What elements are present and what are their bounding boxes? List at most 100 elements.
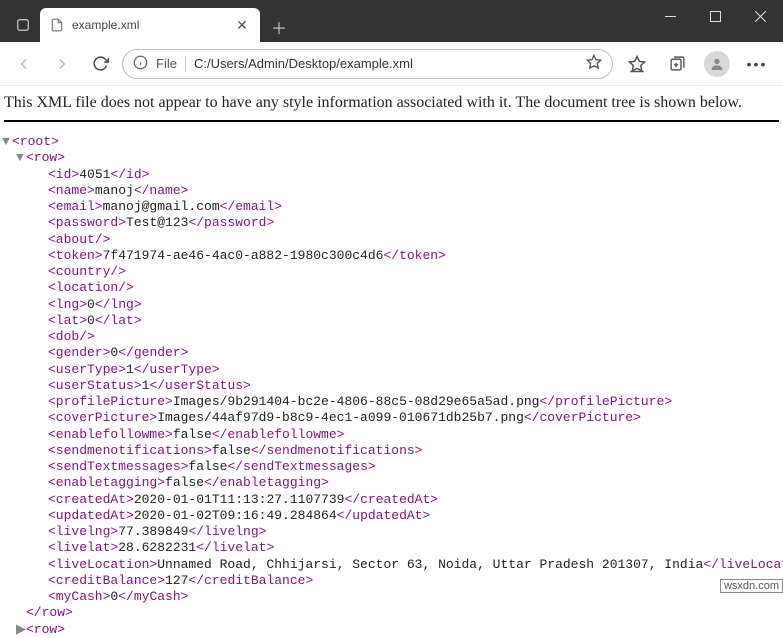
favorites-button[interactable] [619,48,655,80]
xml-tag: <token> [48,248,103,263]
minimize-button[interactable] [648,0,693,32]
xml-tag: </sendTextmessages> [227,459,375,474]
page-content: This XML file does not appear to have an… [0,86,783,638]
xml-element: <enablefollowme>false</enablefollowme> [4,427,779,443]
xml-tag: </gender> [118,345,188,360]
address-separator [185,56,186,72]
xml-tree: ▼<root> ▼<row> <id>4051</id><name>manoj<… [4,134,779,638]
url-scheme-label: File [156,56,177,71]
xml-tag: <livelat> [48,540,118,555]
xml-tag: <livelng> [48,524,118,539]
xml-element: <enabletagging>false</enabletagging> [4,475,779,491]
xml-tag: </userType> [134,362,220,377]
xml-value: 127 [165,573,188,588]
xml-element: <sendTextmessages>false</sendTextmessage… [4,459,779,475]
menu-button[interactable]: ••• [739,48,775,80]
xml-element: <userType>1</userType> [4,362,779,378]
forward-button[interactable] [46,48,78,80]
xml-element: <liveLocation>Unnamed Road, Chhijarsi, S… [4,557,779,573]
xml-tag: <coverPicture> [48,410,157,425]
xml-tag: </enablefollowme> [212,427,345,442]
expand-caret[interactable]: ▼ [16,150,26,166]
xml-value: Test@123 [126,215,188,230]
xml-tag: </name> [134,183,189,198]
browser-tab[interactable]: example.xml ✕ [40,8,260,42]
xml-tag: <enabletagging> [48,475,165,490]
xml-tag: </myCash> [118,589,188,604]
maximize-button[interactable] [693,0,738,32]
xml-value: 7f471974-ae46-4ac0-a882-1980c300c4d6 [103,248,384,263]
xml-tag: </email> [220,199,282,214]
xml-value: 2020-01-01T11:13:27.1107739 [134,492,345,507]
xml-element: <livelat>28.6282231</livelat> [4,540,779,556]
xml-value: false [212,443,251,458]
file-icon [50,18,64,32]
xml-element: <password>Test@123</password> [4,215,779,231]
xml-value: 1 [126,362,134,377]
xml-value: 2020-01-02T09:16:49.284864 [134,508,337,523]
xml-tag: <profilePicture> [48,394,173,409]
xml-tag: <lat> [48,313,87,328]
xml-tag: <about/> [48,232,110,247]
xml-tag: <userType> [48,362,126,377]
xml-tag: </row> [26,605,73,620]
xml-value: Images/9b291404-bc2e-4806-88c5-08d29e65a… [173,394,540,409]
xml-tag: <liveLocation> [48,557,157,572]
xml-tag: <creditBalance> [48,573,165,588]
xml-element: <lng>0</lng> [4,297,779,313]
xml-element: <livelng>77.389849</livelng> [4,524,779,540]
expand-caret[interactable]: ▼ [2,134,12,150]
xml-element: <about/> [4,232,779,248]
reload-button[interactable] [84,48,116,80]
xml-element: <creditBalance>127</creditBalance> [4,573,779,589]
url-path: C:/Users/Admin/Desktop/example.xml [194,56,578,71]
xml-tag: <sendTextmessages> [48,459,188,474]
xml-tag: <row> [26,622,65,637]
window-titlebar: example.xml ✕ ＋ [0,0,783,42]
xml-element: <gender>0</gender> [4,345,779,361]
xml-element: <myCash>0</myCash> [4,589,779,605]
notice-divider [4,120,779,122]
xml-tag: <dob/> [48,329,95,344]
tab-actions-button[interactable] [6,8,40,42]
xml-element: <token>7f471974-ae46-4ac0-a882-1980c300c… [4,248,779,264]
window-controls [648,0,783,42]
xml-value: 0 [87,313,95,328]
xml-value: 4051 [79,167,110,182]
xml-tag: <createdAt> [48,492,134,507]
xml-tag: <updatedAt> [48,508,134,523]
xml-value: manoj [95,183,134,198]
tab-strip: example.xml ✕ ＋ [0,0,294,42]
favorite-button[interactable] [586,54,602,73]
site-info-icon[interactable] [133,55,148,73]
xml-element: <id>4051</id> [4,167,779,183]
xml-tag: <country/> [48,264,126,279]
xml-tag: </token> [383,248,445,263]
xml-element: <dob/> [4,329,779,345]
xml-tag: </password> [188,215,274,230]
close-window-button[interactable] [738,0,783,32]
xml-element: <name>manoj</name> [4,183,779,199]
expand-caret[interactable]: ▶ [16,622,26,638]
xml-element: <sendmenotifications>false</sendmenotifi… [4,443,779,459]
xml-tag: <sendmenotifications> [48,443,212,458]
new-tab-button[interactable]: ＋ [264,12,294,42]
xml-tag: </liveLocation> [703,557,783,572]
xml-tag: </id> [110,167,149,182]
xml-tag: </profilePicture> [540,394,673,409]
address-bar[interactable]: File C:/Users/Admin/Desktop/example.xml [122,49,613,79]
xml-value: false [173,427,212,442]
xml-tag: </livelng> [188,524,266,539]
xml-element: <email>manoj@gmail.com</email> [4,199,779,215]
xml-tag: </lat> [95,313,142,328]
xml-element: <coverPicture>Images/44af97d9-b8c9-4ec1-… [4,410,779,426]
profile-button[interactable] [699,48,735,80]
tab-close-button[interactable]: ✕ [234,17,250,34]
xml-element: <location/> [4,280,779,296]
browser-toolbar: File C:/Users/Admin/Desktop/example.xml … [0,42,783,86]
xml-value: 0 [87,297,95,312]
xml-tag: <userStatus> [48,378,142,393]
back-button[interactable] [8,48,40,80]
collections-button[interactable] [659,48,695,80]
xml-tag: </livelat> [196,540,274,555]
